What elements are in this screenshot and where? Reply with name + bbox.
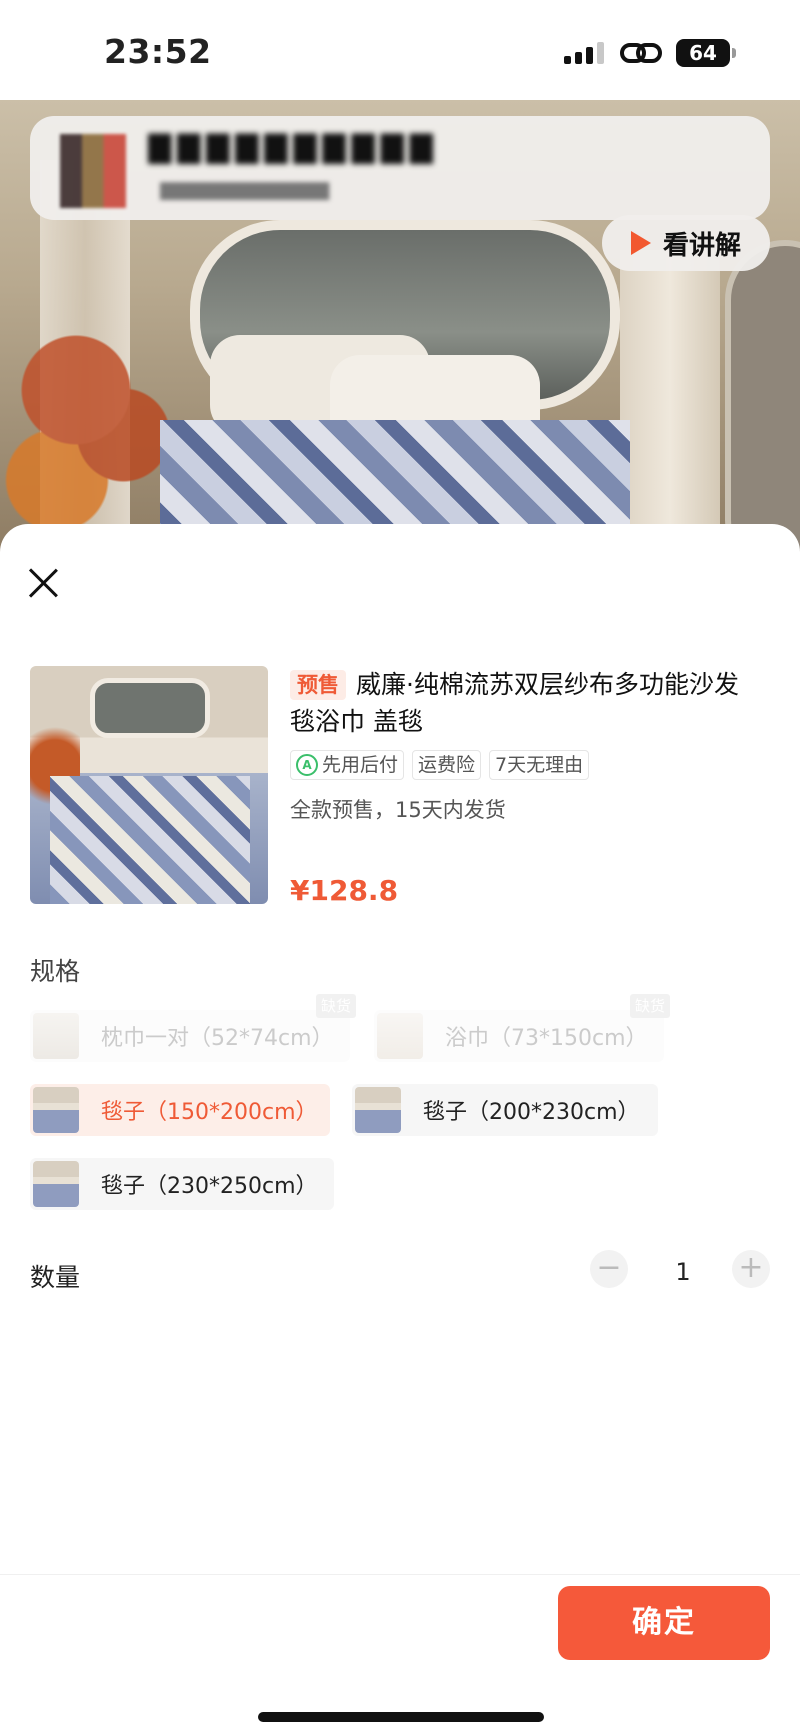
spec-option-pillowcase[interactable]: 枕巾一对（52*74cm） 缺货 [30,994,356,1062]
curtain-right [620,250,720,560]
service-tag-shipping-insurance: 运费险 [412,750,482,780]
service-tag-7day-return: 7天无理由 [489,750,590,780]
spec-option-bath-towel[interactable]: 浴巾（73*150cm） 缺货 [374,994,670,1062]
play-icon [630,231,651,255]
spec-thumb [33,1013,79,1059]
spec-label: 毯子（150*200cm） [101,1100,318,1125]
spec-option-blanket-230x250[interactable]: 毯子（230*250cm） [30,1158,334,1210]
quantity-decrement-button[interactable]: − [590,1250,628,1288]
service-tags: A 先用后付 运费险 7天无理由 [290,750,590,780]
status-bar: 23:52 64 [0,0,800,100]
shop-card[interactable]: ▇▇▇▇▇▇▇▇▇▇ ▆▆▆▆▆▆▆▆▆▆▆ [30,116,770,220]
watch-explanation-label: 看讲解 [662,230,741,261]
shop-name-blurred: ▇▇▇▇▇▇▇▇▇▇ [148,130,439,164]
screen: 23:52 64 ▇▇▇▇▇▇▇▇▇▇ ▆▆▆▆▆▆▆▆▆▆▆ 看讲解 威廉·纯… [0,0,800,1735]
product-title: 威廉·纯棉流苏双层纱布多功能沙发毯浴巾 盖毯 [290,670,739,736]
confirm-button[interactable]: 确定 [558,1586,770,1660]
service-tag-label: 运费险 [418,754,476,776]
mirror [725,240,800,560]
signal-icon [564,42,606,64]
shipping-note: 全款预售，15天内发货 [290,798,506,822]
home-indicator [258,1712,544,1722]
battery-icon: 64 [676,39,736,67]
link-icon [620,43,662,63]
price: ¥128.8 [290,874,399,907]
spec-label: 毯子（200*230cm） [423,1100,640,1125]
out-of-stock-badge: 缺货 [315,994,356,1018]
quantity-label: 数量 [30,1263,81,1292]
spec-option-blanket-150x200[interactable]: 毯子（150*200cm） [30,1084,330,1136]
spec-title: 规格 [30,957,81,986]
spec-label: 枕巾一对（52*74cm） [101,1026,334,1051]
product-image[interactable] [30,666,268,904]
quantity-increment-button[interactable]: + [732,1250,770,1288]
service-tag-pay-later: A 先用后付 [290,750,405,780]
service-tag-label: 先用后付 [322,754,399,776]
quantity-value[interactable]: 1 [668,1258,698,1286]
spec-option-blanket-200x230[interactable]: 毯子（200*230cm） [352,1084,658,1136]
spec-label: 毯子（230*250cm） [101,1174,318,1199]
out-of-stock-badge: 缺货 [629,994,670,1018]
spec-thumb [377,1013,423,1059]
watch-explanation-button[interactable]: 看讲解 [602,215,770,271]
product-image-quilt [50,776,250,904]
sku-selection-sheet: 威廉·纯棉流苏双层纱布多功能沙发毯浴巾 盖毯 预售 A 先用后付 运费险 7天无… [0,524,800,1735]
shop-avatar[interactable] [60,134,126,208]
close-icon[interactable] [26,566,60,600]
status-time: 23:52 [104,32,212,71]
product-image-window [90,678,210,738]
spec-label: 浴巾（73*150cm） [445,1026,648,1051]
spec-thumb [355,1087,401,1133]
footer-divider [0,1574,800,1575]
spec-thumb [33,1087,79,1133]
spec-thumb [33,1161,79,1207]
shop-subtitle-blurred: ▆▆▆▆▆▆▆▆▆▆▆ [160,176,330,200]
service-tag-label: 7天无理由 [495,754,584,776]
pay-later-icon: A [296,754,318,776]
presale-tag: 预售 [290,670,346,700]
